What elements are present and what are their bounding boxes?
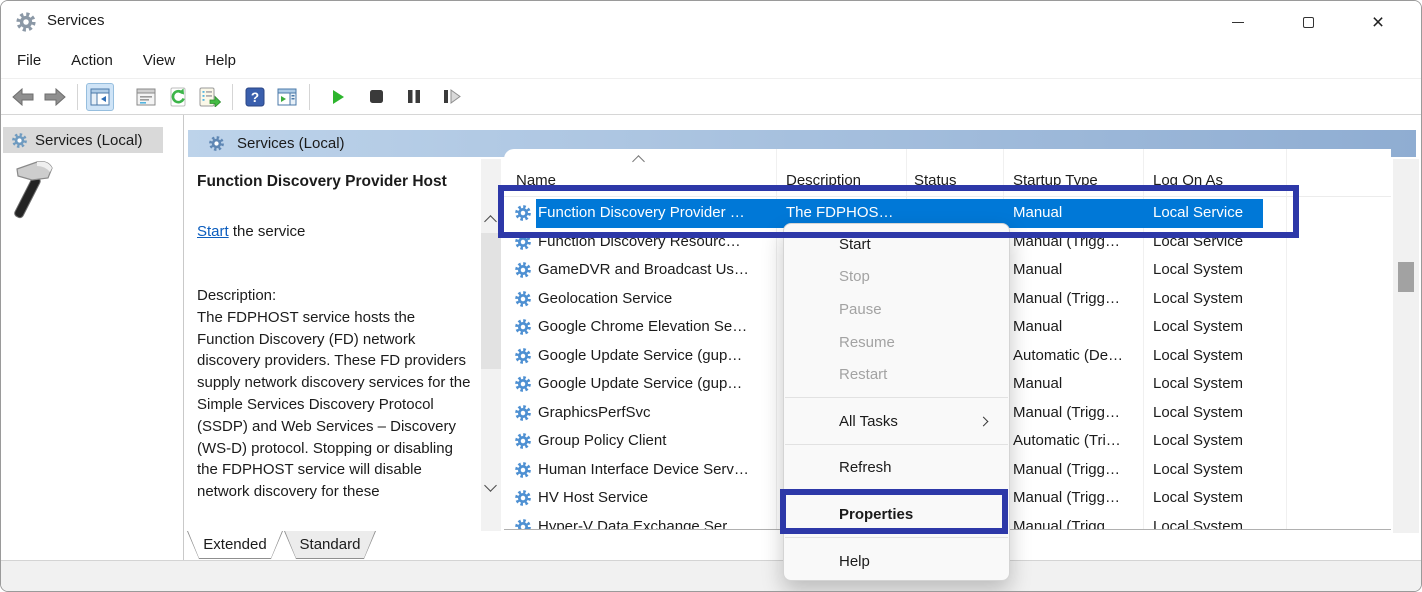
scrollbar-thumb[interactable] [1398, 262, 1414, 292]
scroll-down-icon[interactable] [484, 479, 497, 492]
service-gear-icon [514, 318, 532, 336]
show-console-tree-button[interactable] [86, 83, 114, 111]
start-service-button[interactable] [324, 83, 352, 111]
maximize-icon [1303, 17, 1314, 28]
close-button[interactable]: × [1343, 1, 1413, 43]
refresh-icon [168, 87, 188, 107]
help-button[interactable]: ? [241, 83, 269, 111]
svg-text:?: ? [251, 90, 259, 105]
context-menu-pause: Pause [784, 293, 1009, 326]
show-action-pane-button[interactable] [273, 83, 301, 111]
start-service-link[interactable]: Start [197, 223, 229, 240]
menu-separator [785, 444, 1008, 445]
refresh-button[interactable] [164, 83, 192, 111]
services-banner-icon [208, 135, 225, 152]
service-gear-icon [514, 489, 532, 507]
service-description: Description: The FDPHOST service hosts t… [197, 285, 473, 529]
stop-service-button[interactable] [362, 83, 390, 111]
minimize-button[interactable] [1203, 1, 1273, 43]
service-action-line: Start the service [197, 223, 305, 240]
menu-help[interactable]: Help [203, 50, 238, 71]
menu-file[interactable]: File [15, 50, 43, 71]
close-icon: × [1372, 12, 1384, 33]
action-suffix: the service [229, 223, 306, 240]
context-menu-resume: Resume [784, 326, 1009, 359]
context-menu-refresh[interactable]: Refresh [784, 452, 1009, 485]
back-button[interactable] [9, 83, 37, 111]
selected-service-title: Function Discovery Provider Host [197, 173, 497, 191]
banner-title: Services (Local) [237, 135, 345, 152]
resume-service-icon [443, 89, 461, 104]
context-menu-restart: Restart [784, 358, 1009, 391]
maximize-button[interactable] [1273, 1, 1343, 43]
toolbar-separator [232, 84, 233, 110]
toolbar-separator [309, 84, 310, 110]
forward-button[interactable] [41, 83, 69, 111]
minimize-icon [1232, 22, 1244, 23]
title-bar: Services × [1, 1, 1421, 43]
service-gear-icon [514, 261, 532, 279]
menu-bar: File Action View Help [1, 43, 1421, 79]
submenu-chevron-icon [979, 416, 989, 426]
tree-item-label: Services (Local) [35, 132, 143, 149]
tab-standard[interactable]: Standard [284, 531, 376, 559]
service-gear-icon [514, 461, 532, 479]
sort-ascending-icon [632, 155, 645, 168]
help-icon: ? [245, 87, 265, 107]
start-service-icon [330, 89, 346, 105]
menu-view[interactable]: View [141, 50, 177, 71]
pause-service-icon [407, 89, 421, 104]
service-gear-icon [514, 432, 532, 450]
service-gear-icon [514, 404, 532, 422]
export-list-icon [199, 87, 221, 107]
services-window: Services × File Action View Help ? [0, 0, 1422, 592]
list-scrollbar[interactable] [1393, 159, 1419, 533]
services-app-icon [15, 11, 37, 33]
tree-item-services-local[interactable]: Services (Local) [3, 127, 163, 153]
service-gear-icon [514, 347, 532, 365]
pause-service-button[interactable] [400, 83, 428, 111]
tab-extended[interactable]: Extended [187, 531, 283, 559]
window-title: Services [47, 12, 105, 29]
export-list-button[interactable] [196, 83, 224, 111]
back-icon [12, 88, 34, 106]
service-gear-icon [514, 290, 532, 308]
hammer-cursor-icon [7, 157, 59, 221]
service-gear-icon [514, 518, 532, 531]
forward-icon [44, 88, 66, 106]
annotation-box-properties [780, 489, 1008, 534]
toolbar: ? [1, 79, 1421, 115]
show-console-tree-icon [90, 88, 110, 106]
description-heading: Description: [197, 285, 473, 307]
context-menu-help[interactable]: Help [784, 545, 1009, 578]
toolbar-separator [77, 84, 78, 110]
services-node-icon [11, 132, 28, 149]
service-gear-icon [514, 375, 532, 393]
context-menu-all-tasks[interactable]: All Tasks [784, 405, 1009, 438]
console-tree-panel: Services (Local) [1, 115, 184, 560]
resume-service-button[interactable] [438, 83, 466, 111]
scrollbar-thumb[interactable] [481, 233, 501, 369]
scroll-up-icon[interactable] [484, 215, 497, 228]
status-bar [1, 560, 1421, 592]
properties-window-icon [136, 88, 156, 106]
show-action-pane-icon [277, 88, 297, 106]
context-menu-stop: Stop [784, 261, 1009, 294]
menu-action[interactable]: Action [69, 50, 115, 71]
annotation-box-selected-row [498, 185, 1299, 238]
stop-service-icon [369, 89, 384, 104]
menu-separator [785, 397, 1008, 398]
properties-button[interactable] [132, 83, 160, 111]
menu-separator [785, 537, 1008, 538]
description-body: The FDPHOST service hosts the Function D… [197, 307, 473, 503]
